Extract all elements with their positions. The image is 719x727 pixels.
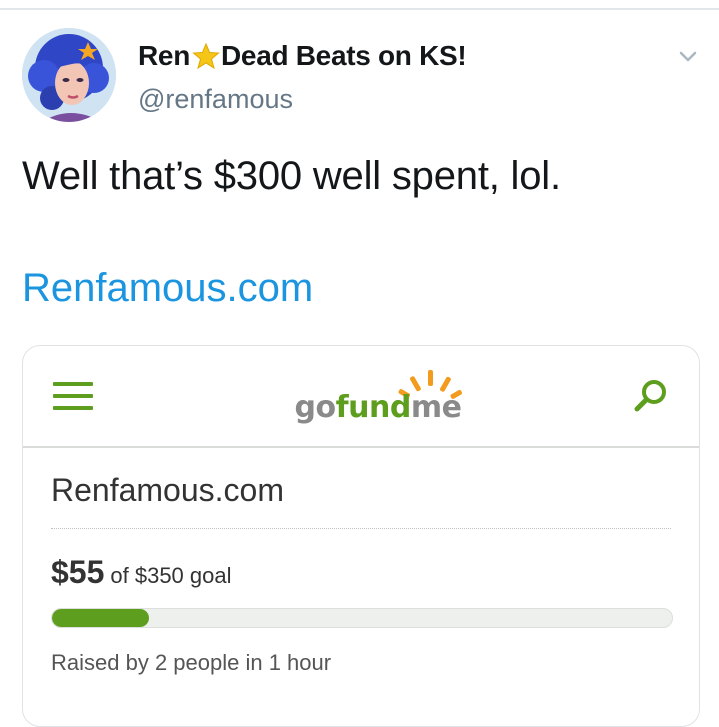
campaign-title: Renfamous.com	[51, 472, 284, 508]
author-handle[interactable]: @renfamous	[138, 84, 293, 115]
star-icon	[192, 42, 220, 70]
avatar[interactable]	[22, 28, 116, 122]
hamburger-menu-icon[interactable]	[53, 382, 93, 412]
author-name[interactable]: Ren Dead Beats on KS!	[138, 40, 467, 72]
top-divider	[0, 8, 719, 10]
amount-raised: $55	[51, 554, 105, 590]
goal-text: of $350 goal	[110, 563, 232, 588]
progress-fill	[52, 609, 150, 627]
tweet-link[interactable]: Renfamous.com	[22, 266, 313, 311]
logo-go: go	[294, 390, 337, 425]
link-preview-card[interactable]: gofundme Renfamous.com $55 of $350 goal R…	[22, 345, 700, 727]
chevron-down-icon[interactable]	[676, 44, 700, 68]
author-name-part1: Ren	[138, 40, 190, 71]
tweet-text: Well that’s $300 well spent, lol.	[22, 154, 561, 198]
amount-row: $55 of $350 goal	[51, 554, 232, 591]
search-icon[interactable]	[633, 378, 669, 414]
logo-fund: fund	[335, 390, 412, 425]
card-header: gofundme	[23, 346, 699, 448]
gofundme-logo: gofundme	[278, 362, 478, 442]
logo-me: me	[410, 390, 462, 425]
divider	[51, 528, 671, 529]
author-name-part2: Dead Beats on KS!	[221, 40, 467, 71]
raised-by-text: Raised by 2 people in 1 hour	[51, 650, 332, 675]
progress-bar	[51, 608, 673, 628]
